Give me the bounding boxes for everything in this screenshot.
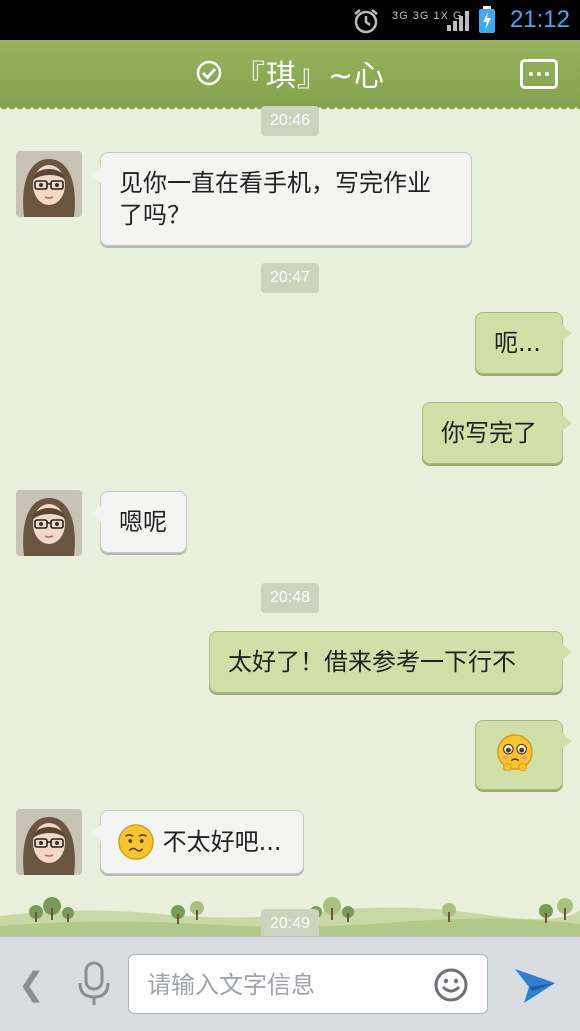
worried-face-emoji — [118, 824, 154, 860]
collapse-chevron-icon[interactable]: ❮ — [18, 965, 45, 1003]
send-icon[interactable] — [512, 961, 558, 1007]
outgoing-emoji-message[interactable] — [475, 720, 572, 790]
outgoing-message[interactable]: 太好了！借来参考一下行不 — [209, 631, 572, 693]
pleading-face-emoji — [497, 734, 533, 771]
message-input-box — [128, 954, 488, 1014]
input-bar: ❮ — [0, 936, 580, 1031]
incoming-message[interactable]: 见你一直在看手机，写完作业了吗？ — [91, 152, 472, 246]
message-input[interactable] — [147, 967, 417, 1003]
avatar[interactable] — [16, 151, 82, 217]
outgoing-message[interactable]: 你写完了 — [422, 402, 572, 464]
status-bar: 3G 3G 1X G 21:12 — [0, 0, 580, 40]
timestamp: 20:48 — [261, 583, 319, 613]
chat-header: 『琪』~心 — [0, 40, 580, 113]
incoming-message-text: 不太好吧... — [162, 828, 282, 856]
incoming-message[interactable]: 嗯呢 — [91, 491, 187, 553]
chat-area[interactable]: 20:46 见你一直在看手机，写完作业了吗？ 20:47 呃... 你写完了 嗯… — [0, 106, 580, 936]
avatar[interactable] — [16, 809, 82, 875]
alarm-icon — [354, 9, 378, 34]
status-time: 21:12 — [509, 6, 570, 33]
avatar[interactable] — [16, 490, 82, 556]
signal-icon — [447, 11, 469, 31]
outgoing-message[interactable]: 呃... — [475, 312, 572, 374]
battery-charging-icon — [479, 6, 495, 33]
microphone-icon[interactable] — [72, 959, 116, 1007]
more-options-button[interactable] — [520, 59, 558, 89]
more-dots-icon — [529, 72, 533, 76]
incoming-message[interactable]: 不太好吧... — [91, 810, 304, 874]
timestamp: 20:49 — [261, 909, 319, 936]
check-circle-icon — [196, 60, 222, 86]
emoji-icon[interactable] — [433, 967, 469, 1003]
timestamp: 20:46 — [261, 106, 319, 136]
contact-name: 『琪』~心 — [234, 59, 386, 94]
timestamp: 20:47 — [261, 263, 319, 293]
